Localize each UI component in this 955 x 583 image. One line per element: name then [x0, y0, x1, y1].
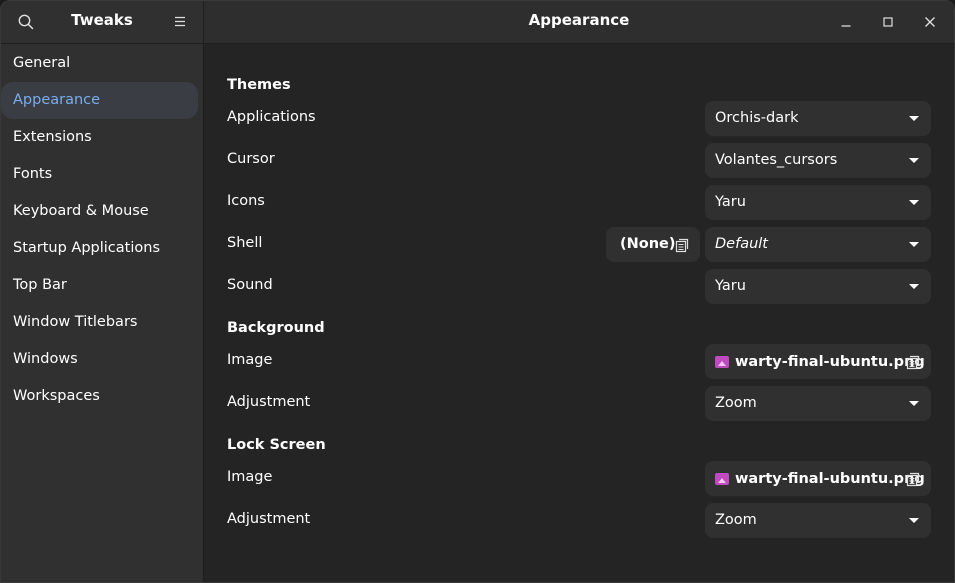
chevron-down-icon [909, 284, 919, 289]
sound-theme-dropdown[interactable]: Yaru [705, 269, 931, 304]
applications-theme-value: Orchis-dark [715, 110, 799, 126]
header-bar: Appearance [204, 1, 954, 44]
chevron-down-icon [909, 116, 919, 121]
minimize-icon [841, 25, 851, 27]
lock-screen-heading: Lock Screen [227, 437, 326, 453]
main-pane: Appearance Themes Applications Orchis-da… [204, 1, 954, 582]
shell-theme-value: Default [715, 236, 768, 252]
background-adjustment-dropdown[interactable]: Zoom [705, 386, 931, 421]
cursor-theme-dropdown[interactable]: Volantes_cursors [705, 143, 931, 178]
icons-theme-dropdown[interactable]: Yaru [705, 185, 931, 220]
chevron-down-icon [909, 242, 919, 247]
close-icon [925, 17, 935, 27]
document-open-icon [675, 238, 689, 253]
lock-screen-image-value: warty-final-ubuntu.png [735, 470, 925, 487]
icons-theme-value: Yaru [715, 194, 746, 210]
hamburger-menu-icon [175, 16, 185, 27]
background-adjustment-value: Zoom [715, 395, 757, 411]
sidebar-item-workspaces[interactable]: Workspaces [1, 378, 198, 415]
cursor-label: Cursor [227, 151, 275, 167]
cursor-theme-value: Volantes_cursors [715, 152, 838, 168]
background-image-button[interactable]: warty-final-ubuntu.png [705, 344, 931, 379]
main-menu-button[interactable] [169, 11, 191, 33]
sidebar-item-keyboard-mouse[interactable]: Keyboard & Mouse [1, 193, 198, 230]
close-button[interactable] [918, 10, 942, 34]
document-open-icon [906, 472, 920, 487]
maximize-button[interactable] [876, 10, 900, 34]
sound-theme-value: Yaru [715, 278, 746, 294]
applications-theme-dropdown[interactable]: Orchis-dark [705, 101, 931, 136]
sidebar-item-windows[interactable]: Windows [1, 341, 198, 378]
sidebar-item-fonts[interactable]: Fonts [1, 156, 198, 193]
shell-file-button[interactable]: (None) [606, 227, 700, 262]
tweaks-window: Tweaks General Appearance Extensions Fon… [0, 0, 955, 583]
sidebar-item-window-titlebars[interactable]: Window Titlebars [1, 304, 198, 341]
sidebar-list: General Appearance Extensions Fonts Keyb… [1, 44, 203, 415]
background-adjustment-label: Adjustment [227, 394, 311, 410]
applications-label: Applications [227, 109, 316, 125]
background-heading: Background [227, 320, 325, 336]
background-image-label: Image [227, 352, 273, 368]
sidebar-header: Tweaks [1, 1, 203, 44]
lock-screen-adjustment-label: Adjustment [227, 511, 311, 527]
chevron-down-icon [909, 518, 919, 523]
minimize-button[interactable] [834, 10, 858, 34]
chevron-down-icon [909, 200, 919, 205]
shell-theme-dropdown[interactable]: Default [705, 227, 931, 262]
image-file-icon [715, 355, 729, 368]
sidebar-item-startup-applications[interactable]: Startup Applications [1, 230, 198, 267]
lock-screen-adjustment-value: Zoom [715, 512, 757, 528]
chevron-down-icon [909, 401, 919, 406]
lock-screen-image-button[interactable]: warty-final-ubuntu.png [705, 461, 931, 496]
lock-screen-adjustment-dropdown[interactable]: Zoom [705, 503, 931, 538]
shell-label: Shell [227, 235, 263, 251]
background-image-value: warty-final-ubuntu.png [735, 353, 925, 370]
chevron-down-icon [909, 158, 919, 163]
document-open-icon [906, 355, 920, 370]
sidebar-item-extensions[interactable]: Extensions [1, 119, 198, 156]
sidebar-item-general[interactable]: General [1, 45, 198, 82]
sidebar: Tweaks General Appearance Extensions Fon… [1, 1, 204, 582]
lock-screen-image-label: Image [227, 469, 273, 485]
sidebar-item-top-bar[interactable]: Top Bar [1, 267, 198, 304]
shell-file-value: (None) [620, 236, 676, 252]
image-file-icon [715, 472, 729, 485]
maximize-icon [883, 17, 893, 27]
themes-heading: Themes [227, 77, 291, 93]
sound-label: Sound [227, 277, 273, 293]
sidebar-item-appearance[interactable]: Appearance [1, 82, 198, 119]
icons-label: Icons [227, 193, 265, 209]
